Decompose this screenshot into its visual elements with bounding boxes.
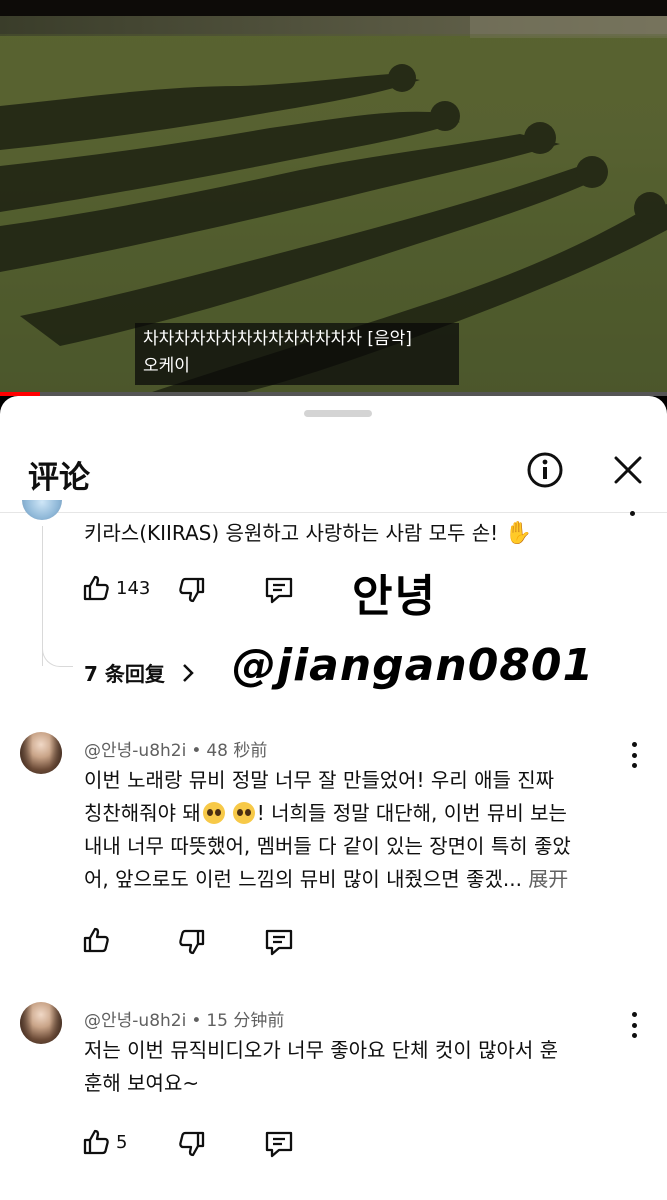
subtitle-line-1: 차차차차차차차차차차차차차차 [음악] xyxy=(143,329,412,349)
like-button[interactable]: 143 xyxy=(82,574,150,602)
comment-line: 내내 너무 따뜻했어, 멤버들 다 같이 있는 장면이 특히 좋았 xyxy=(84,834,571,858)
pleading-face-emoji xyxy=(232,802,255,824)
comment-text: 키라스(KIIRAS) 응원하고 사랑하는 사람 모두 손! ✋ xyxy=(84,517,532,550)
avatar[interactable] xyxy=(20,732,62,774)
like-count: 143 xyxy=(116,577,151,599)
reply-button[interactable] xyxy=(264,576,294,604)
video-subtitle: 차차차차차차차차차차차차차차 [음악] 오케이 xyxy=(135,323,459,385)
comment-text-content: 키라스(KIIRAS) 응원하고 사랑하는 사람 모두 손! xyxy=(84,521,499,545)
subtitle-line-2: 오케이 xyxy=(143,356,190,376)
comment-author[interactable]: @안녕-u8h2i xyxy=(84,1011,186,1031)
reply-comment-icon xyxy=(265,929,293,956)
reply-comment-icon xyxy=(265,577,293,604)
close-icon xyxy=(614,456,642,484)
comment-text: 이번 노래랑 뮤비 정말 너무 잘 만들었어! 우리 애들 진짜 칭찬해줘야 돼… xyxy=(84,764,644,896)
close-button[interactable] xyxy=(606,448,650,492)
comments-title: 评论 xyxy=(28,460,90,496)
comment-line: 칭찬해줘야 돼! 너희들 정말 대단해, 이번 뮤비 보는 xyxy=(84,801,567,825)
thread-curve xyxy=(42,630,73,667)
comment-time: 48 秒前 xyxy=(206,741,268,761)
watermark-greeting: 안녕 xyxy=(352,571,437,622)
avatar[interactable] xyxy=(22,500,62,520)
like-count: 5 xyxy=(116,1131,128,1153)
replies-count-label: 7 条回复 xyxy=(84,662,165,686)
comment-meta: @안녕-u8h2i • 48 秒前 xyxy=(84,741,268,761)
info-icon xyxy=(527,452,563,488)
chevron-right-icon xyxy=(183,663,194,682)
comment-meta: @안녕-u8h2i • 15 分钟前 xyxy=(84,1011,285,1031)
dislike-button[interactable] xyxy=(178,1130,206,1158)
thumbs-up-icon xyxy=(83,927,109,953)
pleading-face-emoji xyxy=(202,802,225,824)
like-button[interactable] xyxy=(82,926,110,954)
avatar[interactable] xyxy=(20,1002,62,1044)
comment-line: 이번 노래랑 뮤비 정말 너무 잘 만들었어! 우리 애들 진짜 xyxy=(84,768,555,792)
watermark-handle: @jiangan0801 xyxy=(232,640,595,691)
thumbs-up-icon xyxy=(83,575,109,601)
reply-comment-icon xyxy=(265,1131,293,1158)
comment-line: 저는 이번 뮤직비디오가 너무 좋아요 단체 컷이 많아서 훈 xyxy=(84,1038,559,1062)
raised-hand-emoji: ✋ xyxy=(504,521,532,546)
thumbs-down-icon xyxy=(179,929,205,955)
comment-line: 어, 앞으로도 이런 느낌의 뮤비 많이 내줬으면 좋겠... 展开 xyxy=(84,867,569,891)
info-button[interactable] xyxy=(523,448,567,492)
more-dots-icon xyxy=(629,511,635,516)
dislike-button[interactable] xyxy=(178,576,206,604)
thumbs-up-icon xyxy=(83,1129,109,1155)
reply-button[interactable] xyxy=(264,1130,294,1158)
comment-line: 훈해 보여요~ xyxy=(84,1071,200,1095)
comment-text: 저는 이번 뮤직비디오가 너무 좋아요 단체 컷이 많아서 훈 훈해 보여요~ xyxy=(84,1034,644,1100)
comment-menu-button[interactable] xyxy=(622,496,642,516)
thumbs-down-icon xyxy=(179,577,205,603)
drag-handle[interactable] xyxy=(304,410,372,417)
comment-author[interactable]: @안녕-u8h2i xyxy=(84,741,186,761)
thumbs-down-icon xyxy=(179,1131,205,1157)
view-replies-button[interactable]: 7 条回复 xyxy=(84,658,199,687)
header-divider xyxy=(0,512,667,513)
comment-time: 15 分钟前 xyxy=(206,1011,285,1031)
expand-button[interactable]: 展开 xyxy=(528,867,568,891)
video-player[interactable]: 차차차차차차차차차차차차차차 [음악] 오케이 xyxy=(0,16,667,396)
status-bar xyxy=(0,0,667,16)
comments-sheet: 评论 키라스(KIIRAS) 응원하고 사랑하는 사람 모두 손! ✋ 143 xyxy=(0,396,667,1200)
like-button[interactable]: 5 xyxy=(82,1128,127,1156)
reply-button[interactable] xyxy=(264,928,294,956)
dislike-button[interactable] xyxy=(178,928,206,956)
